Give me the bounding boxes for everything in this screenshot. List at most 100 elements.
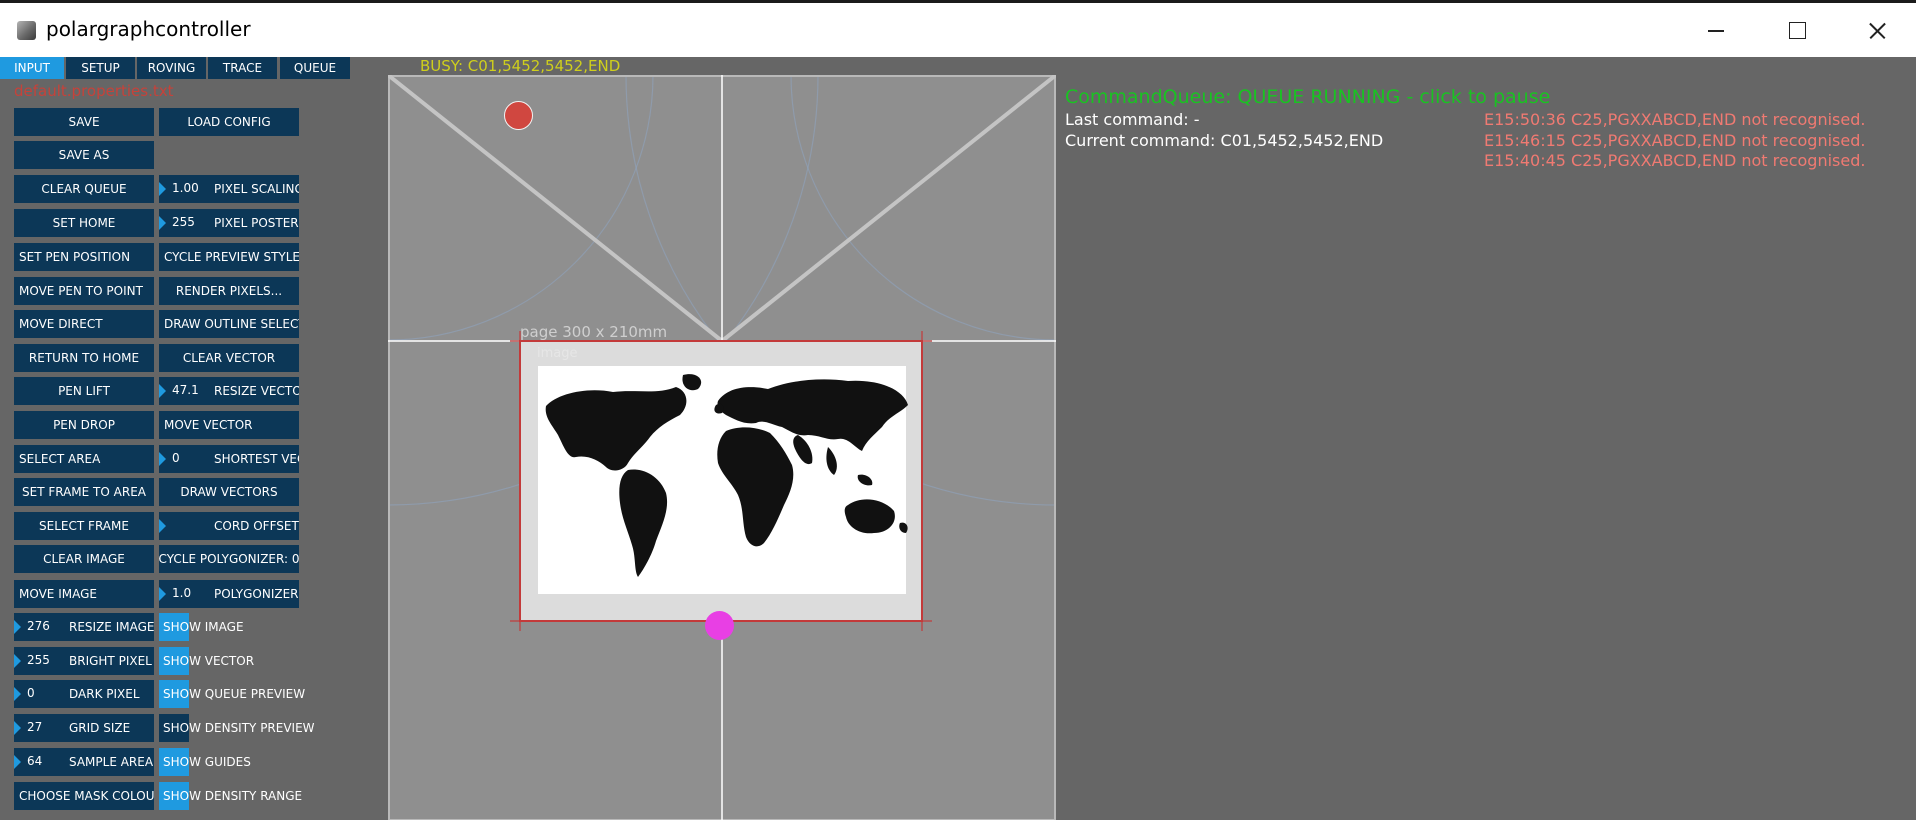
cord-offset-label: CORD OFFSET: [214, 519, 299, 533]
increment-arrow-icon: [159, 587, 166, 601]
resize-image-value: 276: [27, 619, 50, 633]
cycle-preview-style-button[interactable]: CYCLE PREVIEW STYLE: 3: [159, 243, 299, 271]
right-cord: [720, 75, 1056, 343]
increment-arrow-icon: [159, 216, 166, 230]
dark-pixel-control[interactable]: 0 DARK PIXEL: [14, 680, 154, 708]
increment-arrow-icon: [159, 452, 166, 466]
grid-size-value: 27: [27, 720, 43, 734]
move-image-button[interactable]: MOVE IMAGE: [14, 580, 154, 608]
draw-outline-selected-button[interactable]: DRAW OUTLINE SELECTED: [159, 310, 299, 338]
close-icon[interactable]: [1844, 3, 1908, 57]
polygonizer-length-label: POLYGONIZER LENGTH: [214, 587, 299, 601]
resize-vector-label: RESIZE VECTOR: [214, 384, 299, 398]
grid-size-label: GRID SIZE: [69, 721, 131, 735]
bright-pixel-value: 255: [27, 653, 50, 667]
home-point-marker[interactable]: [705, 611, 734, 640]
polygonizer-length-value: 1.0: [172, 586, 192, 600]
show-vector-label: SHOW VECTOR: [163, 654, 255, 668]
grid-size-control[interactable]: 27 GRID SIZE: [14, 714, 154, 742]
properties-file-label: default.properties.txt: [14, 82, 174, 100]
pen-lift-button[interactable]: PEN LIFT: [14, 377, 154, 405]
tab-trace[interactable]: TRACE: [208, 57, 277, 79]
increment-arrow-icon: [159, 182, 166, 196]
shortest-vector-control[interactable]: 0 SHORTEST VECTOR: [159, 445, 299, 473]
show-image-label: SHOW IMAGE: [163, 620, 244, 634]
dark-pixel-value: 0: [27, 686, 35, 700]
save-as-button[interactable]: SAVE AS: [14, 141, 154, 169]
move-direct-button[interactable]: MOVE DIRECT: [14, 310, 154, 338]
page-size-label: page 300 x 210mm: [520, 323, 668, 341]
increment-arrow-icon: [14, 620, 21, 634]
cord-offset-control[interactable]: CORD OFFSET: [159, 512, 299, 540]
shortest-vector-value: 0: [172, 451, 180, 465]
tab-input[interactable]: INPUT: [0, 57, 64, 79]
pen-drop-button[interactable]: PEN DROP: [14, 411, 154, 439]
minimize-icon[interactable]: [1684, 3, 1748, 57]
app-icon: [17, 21, 36, 40]
last-command-text: Last command: -: [1065, 110, 1200, 129]
tab-roving[interactable]: ROVING: [137, 57, 206, 79]
increment-arrow-icon: [14, 721, 21, 735]
sample-area-label: SAMPLE AREA: [69, 755, 154, 769]
left-cord: [388, 75, 724, 343]
error-message: E15:50:36 C25,PGXXABCD,END not recognise…: [1484, 110, 1866, 129]
cycle-polygonizer-button[interactable]: CYCLE POLYGONIZER: 0: [159, 545, 299, 573]
load-config-button[interactable]: LOAD CONFIG: [159, 108, 299, 136]
bright-pixel-label: BRIGHT PIXEL: [69, 654, 152, 668]
choose-mask-colour-button[interactable]: CHOOSE MASK COLOUR: [14, 782, 154, 810]
pixel-scaling-label: PIXEL SCALING: [214, 182, 299, 196]
error-message: E15:40:45 C25,PGXXABCD,END not recognise…: [1484, 151, 1866, 170]
error-message: E15:46:15 C25,PGXXABCD,END not recognise…: [1484, 131, 1866, 150]
increment-arrow-icon: [159, 384, 166, 398]
bright-pixel-control[interactable]: 255 BRIGHT PIXEL: [14, 647, 154, 675]
select-frame-button[interactable]: SELECT FRAME: [14, 512, 154, 540]
move-vector-button[interactable]: MOVE VECTOR: [159, 411, 299, 439]
return-to-home-button[interactable]: RETURN TO HOME: [14, 344, 154, 372]
set-frame-to-area-button[interactable]: SET FRAME TO AREA: [14, 478, 154, 506]
show-density-preview-label: SHOW DENSITY PREVIEW: [163, 721, 315, 735]
clear-queue-button[interactable]: CLEAR QUEUE: [14, 175, 154, 203]
set-home-button[interactable]: SET HOME: [14, 209, 154, 237]
pixel-posterize-control[interactable]: 255 PIXEL POSTERIZE: [159, 209, 299, 237]
increment-arrow-icon: [14, 687, 21, 701]
maximize-icon[interactable]: [1764, 3, 1828, 57]
save-button[interactable]: SAVE: [14, 108, 154, 136]
resize-image-label: RESIZE IMAGE: [69, 620, 154, 634]
set-pen-position-button[interactable]: SET PEN POSITION: [14, 243, 154, 271]
pixel-scaling-control[interactable]: 1.00 PIXEL SCALING: [159, 175, 299, 203]
title-bar: polargraphcontroller: [0, 0, 1916, 57]
render-pixels-button[interactable]: RENDER PIXELS...: [159, 277, 299, 305]
resize-image-control[interactable]: 276 RESIZE IMAGE: [14, 613, 154, 641]
pixel-posterize-label: PIXEL POSTERIZE: [214, 216, 299, 230]
polygonizer-length-control[interactable]: 1.0 POLYGONIZER LENGTH: [159, 580, 299, 608]
clear-image-button[interactable]: CLEAR IMAGE: [14, 545, 154, 573]
tab-setup[interactable]: SETUP: [66, 57, 135, 79]
show-density-range-label: SHOW DENSITY RANGE: [163, 789, 303, 803]
current-command-text: Current command: C01,5452,5452,END: [1065, 131, 1384, 150]
machine-drawing: [388, 75, 1056, 820]
resize-vector-value: 47.1: [172, 383, 199, 397]
increment-arrow-icon: [14, 654, 21, 668]
shortest-vector-label: SHORTEST VECTOR: [214, 452, 299, 466]
move-pen-to-point-button[interactable]: MOVE PEN TO POINT: [14, 277, 154, 305]
increment-arrow-icon: [14, 755, 21, 769]
pen-position-marker[interactable]: [504, 101, 533, 130]
image-label: image: [537, 346, 578, 361]
right-motor-arc-inner: [790, 75, 1056, 341]
window-title: polargraphcontroller: [46, 17, 251, 41]
dark-pixel-label: DARK PIXEL: [69, 687, 140, 701]
machine-canvas[interactable]: [388, 75, 1056, 820]
pixel-posterize-value: 255: [172, 215, 195, 229]
pixel-scaling-value: 1.00: [172, 181, 199, 195]
resize-vector-control[interactable]: 47.1 RESIZE VECTOR: [159, 377, 299, 405]
clear-vector-button[interactable]: CLEAR VECTOR: [159, 344, 299, 372]
queue-running-toggle[interactable]: CommandQueue: QUEUE RUNNING - click to p…: [1065, 86, 1550, 108]
show-guides-label: SHOW GUIDES: [163, 755, 251, 769]
sample-area-value: 64: [27, 754, 43, 768]
busy-status: BUSY: C01,5452,5452,END: [420, 57, 621, 75]
draw-vectors-button[interactable]: DRAW VECTORS: [159, 478, 299, 506]
show-queue-preview-label: SHOW QUEUE PREVIEW: [163, 687, 306, 701]
select-area-button[interactable]: SELECT AREA: [14, 445, 154, 473]
tab-queue[interactable]: QUEUE: [280, 57, 350, 79]
sample-area-control[interactable]: 64 SAMPLE AREA: [14, 748, 154, 776]
